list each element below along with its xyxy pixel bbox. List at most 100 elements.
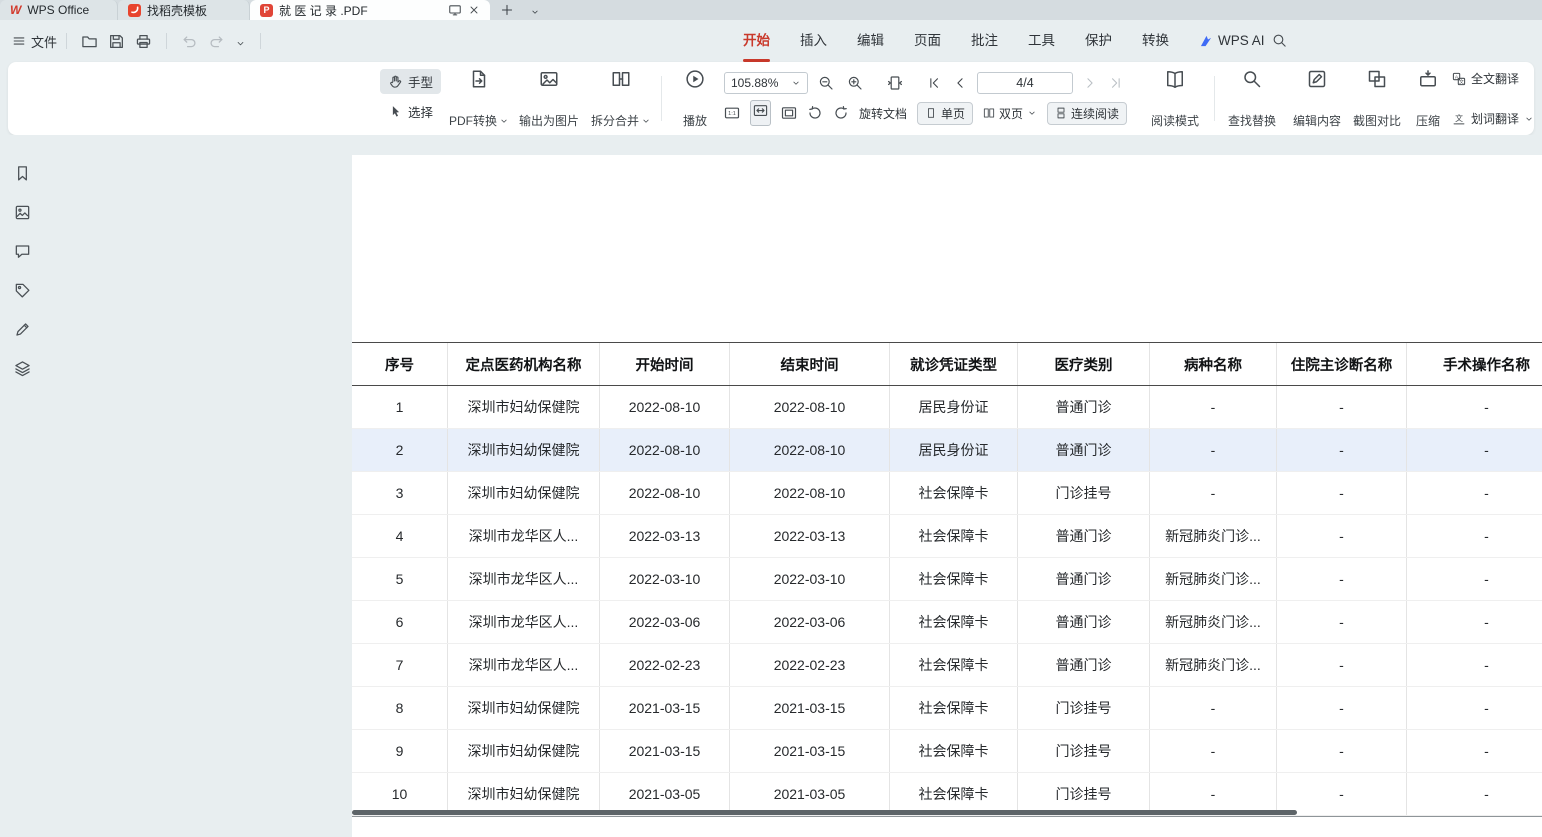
bookmark-icon[interactable] — [14, 165, 31, 182]
single-page-icon — [925, 107, 937, 119]
print-button[interactable] — [135, 33, 152, 50]
document-page: 序号定点医药机构名称开始时间结束时间就诊凭证类型医疗类别病种名称住院主诊断名称手… — [352, 155, 1542, 837]
play-button[interactable]: 播放 — [668, 69, 722, 129]
pdf-convert-button[interactable]: PDF转换 — [445, 69, 513, 129]
ribbon-tab-8[interactable]: WPS AI — [1184, 20, 1280, 62]
ribbon-tab-5[interactable]: 工具 — [1013, 20, 1070, 62]
table-cell: - — [1150, 429, 1277, 471]
close-tab-icon[interactable] — [468, 4, 480, 16]
next-page-button[interactable] — [1083, 76, 1097, 90]
fit-width-button[interactable] — [750, 100, 771, 126]
page-indicator-input[interactable]: 4/4 — [977, 72, 1073, 94]
ribbon-search-icon[interactable] — [1272, 33, 1287, 48]
horizontal-scrollbar[interactable] — [352, 810, 1297, 815]
annotate-icon[interactable] — [14, 321, 31, 338]
table-cell: 2022-02-23 — [600, 644, 730, 686]
split-merge-button[interactable]: 拆分合并 — [587, 69, 655, 129]
ribbon-tab-label: WPS AI — [1218, 20, 1265, 62]
export-image-button[interactable]: 输出为图片 — [515, 69, 583, 129]
double-page-button[interactable]: 双页 — [983, 105, 1037, 122]
zoom-in-button[interactable] — [847, 75, 863, 91]
ribbon-tab-0[interactable]: 开始 — [728, 20, 785, 62]
first-page-button[interactable] — [927, 76, 941, 90]
table-cell: 2021-03-15 — [600, 730, 730, 772]
hand-tool-button[interactable]: 手型 — [380, 69, 441, 94]
wps-ai-icon — [1199, 34, 1213, 48]
ribbon-tab-1[interactable]: 插入 — [785, 20, 842, 62]
hand-tool-label: 手型 — [408, 72, 433, 91]
table-row: 1深圳市妇幼保健院2022-08-102022-08-10居民身份证普通门诊--… — [352, 386, 1542, 429]
table-cell: - — [1277, 773, 1407, 815]
select-tool-button[interactable]: 选择 — [380, 99, 441, 124]
screenshot-compare-icon — [1367, 69, 1387, 89]
undo-history-dropdown[interactable] — [235, 36, 246, 47]
edit-content-button[interactable]: 编辑内容 — [1288, 69, 1346, 129]
find-replace-icon — [1242, 69, 1262, 89]
ribbon-tab-6[interactable]: 保护 — [1070, 20, 1127, 62]
table-cell: - — [1277, 601, 1407, 643]
ribbon-tab-2[interactable]: 编辑 — [842, 20, 899, 62]
thumbnail-icon[interactable] — [14, 204, 31, 221]
table-cell: 居民身份证 — [890, 386, 1018, 428]
table-cell: 5 — [352, 558, 448, 600]
table-cell: 4 — [352, 515, 448, 557]
screenshot-compare-button[interactable]: 截图对比 — [1348, 69, 1406, 129]
tab-list-dropdown[interactable] — [530, 7, 540, 17]
ribbon-tab-3[interactable]: 页面 — [899, 20, 956, 62]
page-jump-icon[interactable] — [887, 75, 903, 91]
zoom-out-button[interactable] — [818, 75, 834, 91]
tool-mode-group: 手型 选择 — [380, 69, 441, 124]
share-to-device-icon[interactable] — [448, 3, 462, 17]
save-button[interactable] — [108, 33, 125, 50]
new-tab-button[interactable] — [500, 3, 514, 17]
divider — [661, 76, 662, 121]
ribbon-tab-4[interactable]: 批注 — [956, 20, 1013, 62]
edit-content-label: 编辑内容 — [1293, 112, 1341, 129]
tab-document-pdf[interactable]: P 就 医 记 录 .PDF — [250, 0, 490, 20]
previous-page-button[interactable] — [953, 76, 967, 90]
compress-button[interactable]: 压缩 — [1408, 69, 1448, 129]
find-replace-button[interactable]: 查找替换 — [1220, 69, 1284, 129]
rotate-left-button[interactable] — [807, 105, 823, 121]
comment-icon[interactable] — [14, 243, 31, 260]
left-panel-strip — [0, 135, 45, 837]
pdf-file-icon: P — [260, 4, 273, 17]
tag-icon[interactable] — [14, 282, 31, 299]
table-row: 3深圳市妇幼保健院2022-08-102022-08-10社会保障卡门诊挂号--… — [352, 472, 1542, 515]
fit-page-button[interactable] — [781, 105, 797, 121]
actual-size-button[interactable]: 1:1 — [724, 105, 740, 121]
rotate-doc-button[interactable]: 旋转文档 — [859, 105, 907, 122]
table-header-cell: 病种名称 — [1150, 343, 1277, 385]
ribbon-tab-7[interactable]: 转换 — [1127, 20, 1184, 62]
table-header-cell: 就诊凭证类型 — [890, 343, 1018, 385]
layers-icon[interactable] — [14, 360, 31, 377]
tab-wps-office[interactable]: W WPS Office — [0, 0, 118, 20]
word-translate-icon: 文 — [1452, 112, 1466, 126]
rotate-right-button[interactable] — [833, 105, 849, 121]
page-indicator: 4/4 — [1016, 76, 1033, 90]
table-cell: 2021-03-15 — [600, 687, 730, 729]
file-menu-button[interactable]: 文件 — [12, 32, 57, 51]
word-translate-button[interactable]: 文 划词翻译 — [1452, 110, 1534, 127]
open-file-button[interactable] — [81, 33, 98, 50]
table-cell: 新冠肺炎门诊... — [1150, 644, 1277, 686]
table-cell: 3 — [352, 472, 448, 514]
tab-docer-templates[interactable]: 找稻壳模板 — [118, 0, 250, 20]
table-cell: 新冠肺炎门诊... — [1150, 515, 1277, 557]
read-mode-label: 阅读模式 — [1151, 112, 1199, 129]
single-page-button[interactable]: 单页 — [917, 102, 973, 125]
zoom-select[interactable]: 105.88% — [724, 72, 808, 94]
redo-button[interactable] — [208, 33, 225, 50]
tab-label: 就 医 记 录 .PDF — [279, 2, 442, 19]
play-label: 播放 — [683, 112, 707, 129]
last-page-button[interactable] — [1109, 76, 1123, 90]
table-header-cell: 手术操作名称 — [1407, 343, 1542, 385]
table-cell: 2022-03-10 — [600, 558, 730, 600]
divider — [66, 33, 67, 49]
full-translate-button[interactable]: A文 全文翻译 — [1452, 70, 1534, 87]
table-cell: - — [1407, 773, 1542, 815]
menu-bar: 文件 开始插入编辑页面批注工具保护转换 WPS AI — [0, 20, 1542, 62]
continuous-read-button[interactable]: 连续阅读 — [1047, 102, 1127, 125]
read-mode-button[interactable]: 阅读模式 — [1143, 69, 1207, 129]
undo-button[interactable] — [181, 33, 198, 50]
